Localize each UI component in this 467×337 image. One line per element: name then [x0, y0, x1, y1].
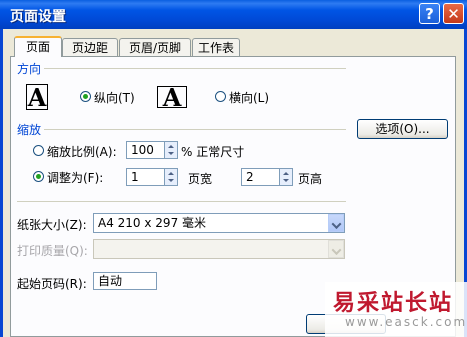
fit-tall-spinner[interactable]: [279, 168, 293, 186]
print-quality-label: 打印质量(Q):: [17, 244, 88, 258]
tab-margins[interactable]: 页边距: [62, 38, 118, 56]
print-quality-dropdown-icon[interactable]: [328, 240, 344, 258]
scale-input[interactable]: 100: [126, 141, 166, 159]
window-title: 页面设置: [10, 9, 66, 25]
orientation-section-label: 方向: [17, 62, 42, 76]
first-page-label: 起始页码(R):: [17, 277, 87, 291]
landscape-label[interactable]: 横向(L): [229, 89, 269, 106]
scaling-bottom-divider: [17, 201, 346, 202]
scale-radio[interactable]: [33, 145, 44, 156]
tab-sheet[interactable]: 工作表: [192, 38, 240, 56]
options-button[interactable]: 选项(O)...: [357, 119, 448, 139]
portrait-icon: A: [26, 83, 48, 112]
window-frame-left: [0, 29, 3, 337]
close-button[interactable]: ✕: [443, 3, 464, 24]
fit-label[interactable]: 调整为(F):: [47, 169, 103, 186]
landscape-icon: A: [157, 86, 187, 110]
fit-tall-input[interactable]: 2: [241, 168, 281, 186]
paper-size-label: 纸张大小(Z):: [17, 218, 87, 232]
watermark-url: www.easck.com: [345, 315, 467, 329]
paper-size-dropdown-icon[interactable]: [328, 214, 344, 232]
landscape-radio[interactable]: [215, 91, 226, 102]
title-bar: [0, 0, 467, 29]
scale-label[interactable]: 缩放比例(A):: [47, 143, 117, 160]
watermark-text: 易采站长站: [333, 291, 454, 316]
fit-radio[interactable]: [33, 171, 44, 182]
paper-size-select[interactable]: A4 210 x 297 毫米: [93, 213, 345, 233]
scaling-section-label: 缩放: [17, 123, 42, 137]
help-button[interactable]: ?: [419, 3, 440, 24]
fit-wide-spinner[interactable]: [164, 168, 178, 186]
print-quality-select[interactable]: [93, 239, 345, 259]
orientation-divider: [44, 68, 346, 69]
tab-page[interactable]: 页面: [14, 36, 62, 57]
portrait-label[interactable]: 纵向(T): [94, 89, 135, 106]
fit-wide-input[interactable]: 1: [126, 168, 166, 186]
first-page-input[interactable]: 自动: [93, 272, 157, 290]
fit-wide-suffix: 页宽: [188, 172, 213, 186]
portrait-radio[interactable]: [80, 91, 91, 102]
fit-tall-suffix: 页高: [298, 172, 323, 186]
tab-header-footer[interactable]: 页眉/页脚: [119, 38, 191, 56]
scale-suffix: % 正常尺寸: [181, 145, 245, 159]
scaling-divider: [44, 129, 346, 130]
scale-spinner[interactable]: [164, 141, 178, 159]
